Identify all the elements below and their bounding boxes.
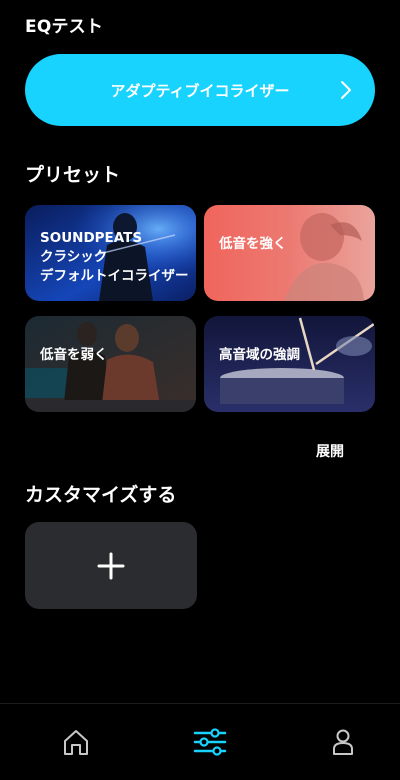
adaptive-equalizer-label: アダプティブイコライザー [110,81,290,100]
home-icon [64,730,88,755]
presets-title: プリセット [25,164,121,186]
preset-line: 低音を強く [219,236,287,252]
preset-card-classic[interactable]: SOUNDPEATS クラシック デフォルトイコライザー [25,205,196,301]
preset-card-bass-boost[interactable]: 低音を強く [204,205,375,301]
customize-title: カスタマイズする [25,484,177,506]
adaptive-equalizer-button[interactable]: アダプティブイコライザー [25,54,375,126]
tab-profile[interactable] [325,724,361,760]
tab-home[interactable] [58,724,94,760]
profile-icon [333,729,353,755]
page-title: EQテスト [25,17,104,37]
preset-line: クラシック [40,249,108,265]
preset-line: デフォルトイコライザー [40,268,189,284]
preset-line: 低音を弱く [40,347,108,363]
preset-card-bass-reduce[interactable]: 低音を弱く [25,316,196,412]
plus-icon [97,552,125,579]
chevron-right-icon [341,81,351,99]
preset-card-treble-boost[interactable]: 高音域の強調 [204,316,375,412]
preset-line: 高音域の強調 [219,347,300,363]
add-custom-eq-button[interactable] [25,522,197,609]
equalizer-sliders-icon [193,728,227,756]
tab-equalizer[interactable] [192,724,228,760]
preset-line: SOUNDPEATS [40,230,143,246]
bottom-tab-bar [0,703,400,780]
expand-presets-link[interactable]: 展開 [316,441,344,461]
